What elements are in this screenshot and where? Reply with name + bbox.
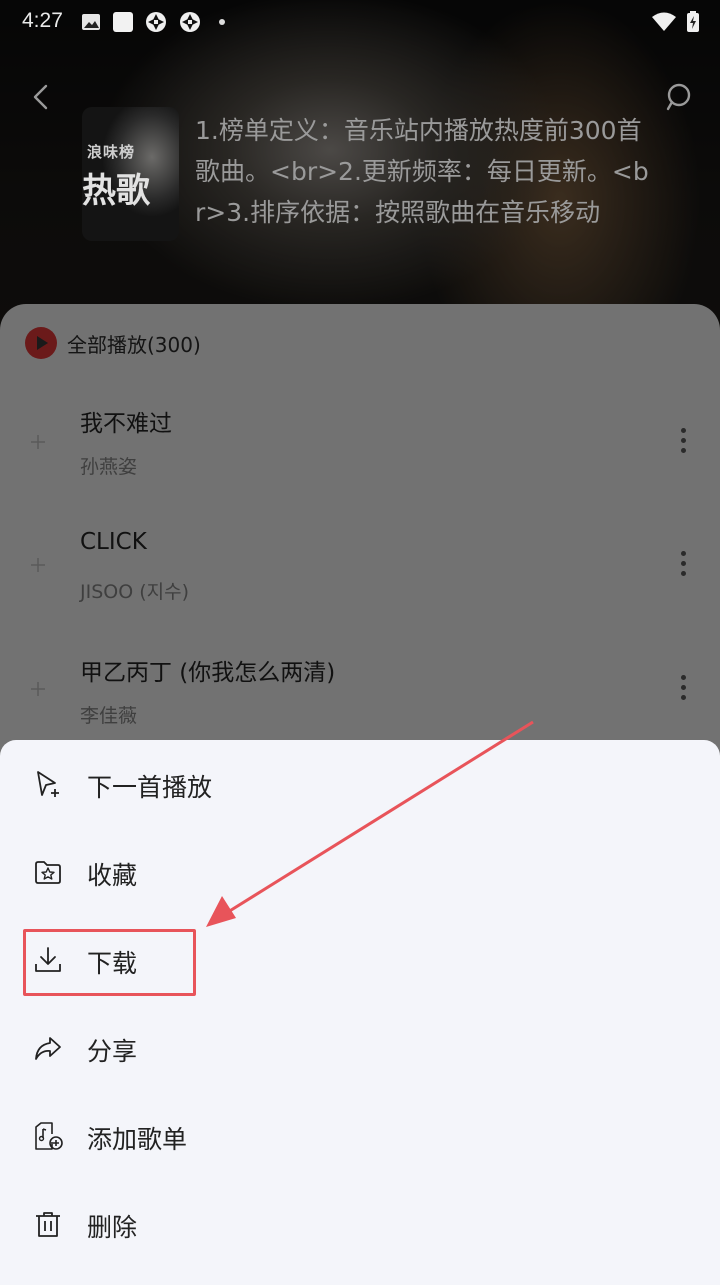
play-all-button[interactable]: 全部播放(300) — [25, 327, 201, 359]
menu-item-delete[interactable]: 删除 — [0, 1188, 720, 1258]
menu-label: 收藏 — [87, 861, 138, 890]
aperture-icon — [146, 12, 166, 32]
song-row[interactable]: CLICK JISOO (지수) — [0, 529, 720, 639]
song-title: 我不难过 — [80, 411, 172, 437]
more-icon[interactable] — [678, 551, 688, 581]
battery-charging-icon — [687, 11, 699, 32]
menu-label: 下一首播放 — [87, 773, 213, 802]
play-all-label: 全部播放(300) — [67, 332, 201, 357]
menu-item-play-next[interactable]: 下一首播放 — [0, 748, 720, 818]
add-icon[interactable] — [28, 432, 48, 452]
add-to-playlist-icon — [35, 1122, 63, 1150]
song-artist: 李佳薇 — [80, 705, 138, 727]
add-icon[interactable] — [28, 679, 48, 699]
action-sheet: 下一首播放 收藏 下载 分享 添加歌单 删除 — [0, 740, 720, 1285]
song-title: CLICK — [80, 529, 147, 555]
menu-item-add-to-playlist[interactable]: 添加歌单 — [0, 1100, 720, 1170]
playlist-description[interactable]: 1.榜单定义：音乐站内播放热度前300首歌曲。<br>2.更新频率：每日更新。<… — [195, 110, 655, 233]
search-icon[interactable] — [664, 82, 694, 112]
menu-item-favorite[interactable]: 收藏 — [0, 836, 720, 906]
status-time: 4:27 — [22, 9, 63, 32]
play-all-icon — [25, 327, 57, 359]
menu-label: 分享 — [87, 1037, 138, 1066]
app-notification-icon — [113, 12, 133, 32]
more-icon[interactable] — [678, 428, 688, 458]
notification-dot — [219, 19, 225, 25]
back-icon[interactable] — [26, 80, 58, 114]
cover-small-text: 浪味榜 — [87, 143, 136, 161]
share-icon — [35, 1037, 61, 1060]
menu-item-share[interactable]: 分享 — [0, 1012, 720, 1082]
cover-big-text: 热歌 — [82, 171, 150, 211]
song-row[interactable]: 我不难过 孙燕姿 — [0, 404, 720, 514]
menu-label: 删除 — [87, 1213, 138, 1242]
more-icon[interactable] — [678, 675, 688, 705]
status-bar: 4:27 — [0, 0, 720, 44]
song-artist: 孙燕姿 — [80, 456, 138, 478]
image-notification-icon — [82, 14, 100, 30]
delete-icon — [36, 1212, 60, 1237]
play-next-icon — [37, 771, 59, 797]
add-icon[interactable] — [28, 555, 48, 575]
playlist-cover: 浪味榜 热歌 — [82, 107, 179, 241]
song-artist: JISOO (지수) — [80, 581, 190, 603]
menu-label: 添加歌单 — [87, 1125, 188, 1154]
download-highlight-box — [23, 929, 196, 996]
wifi-icon — [652, 12, 676, 31]
aperture-icon-2 — [180, 12, 200, 32]
song-title: 甲乙丙丁 (你我怎么两清) — [80, 660, 336, 686]
favorite-folder-icon — [35, 861, 61, 884]
